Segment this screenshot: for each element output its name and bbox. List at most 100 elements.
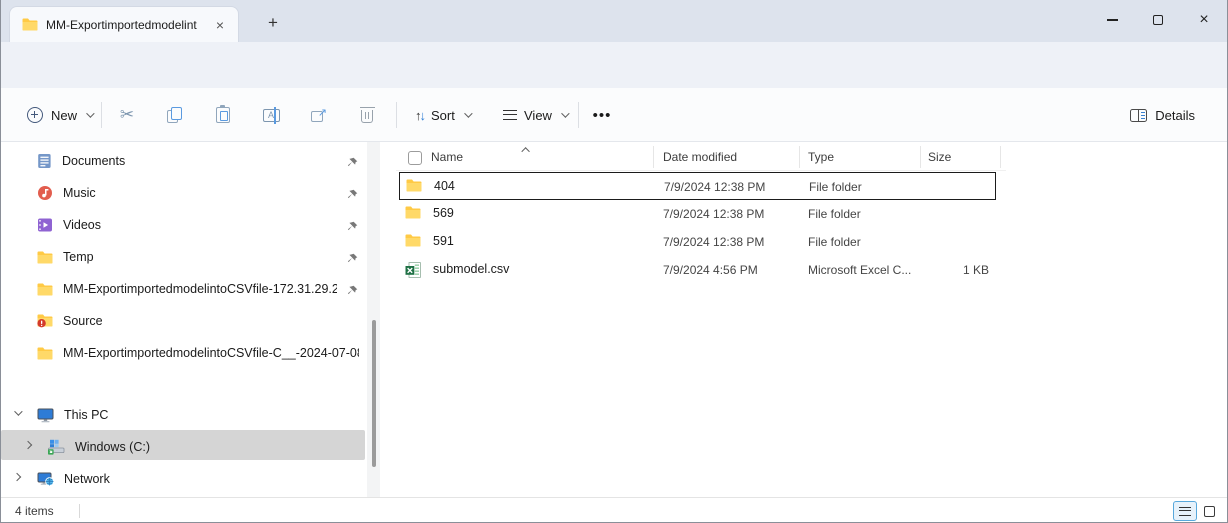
folder-icon [37,283,53,296]
sidebar-item-label: Music [63,186,96,200]
file-name: 404 [434,179,455,193]
sidebar-item-mm-export-172[interactable]: MM-ExportimportedmodelintoCSVfile-172.31… [37,274,337,304]
file-date: 7/9/2024 12:38 PM [663,207,764,221]
paste-button[interactable] [203,97,243,133]
file-type: File folder [808,207,861,221]
cut-icon: ✂ [120,105,134,125]
details-pane-icon [1130,109,1147,122]
column-header-row: Name Date modified Type Size [396,146,1006,170]
file-date: 7/9/2024 12:38 PM [663,235,764,249]
pin-icon [347,283,358,301]
file-type: File folder [808,235,861,249]
rename-button[interactable]: A [251,97,291,133]
expander-chevron-icon[interactable] [13,473,21,481]
sidebar-item-label: Videos [63,218,101,232]
column-header-size[interactable]: Size [928,150,951,164]
file-type: Microsoft Excel C... [808,263,911,277]
view-button-label: View [524,108,552,123]
column-header-type[interactable]: Type [808,150,834,164]
icons-view-button[interactable] [1197,501,1221,521]
explorer-tab[interactable]: MM-Exportimportedmodelint × [9,6,239,42]
file-name: 569 [433,206,454,220]
new-button[interactable]: New [17,97,102,133]
sidebar-item-network[interactable]: Network [37,464,110,494]
sidebar-item-mm-export-0708[interactable]: MM-ExportimportedmodelintoCSVfile-C__-20… [37,338,359,368]
select-all-checkbox[interactable] [408,151,422,165]
expander-chevron-icon[interactable] [14,407,22,415]
content-area: Documents Music Videos Temp MM-Exportimp… [1,142,1227,497]
folder-icon [37,251,53,264]
folder-icon [406,179,422,192]
sidebar-item-documents[interactable]: Documents [37,146,125,176]
sidebar-item-source[interactable]: Source [37,306,103,336]
pin-icon [347,155,358,173]
new-button-label: New [51,108,77,123]
new-tab-button[interactable]: + [259,10,287,36]
more-ellipsis-icon: ••• [593,107,612,124]
file-date: 7/9/2024 4:56 PM [663,263,758,277]
share-icon [311,108,327,122]
address-bar-row: ← → ↑ … Windows (C:) Temp MM-Exportimpor… [1,42,1227,88]
tab-bar: MM-Exportimportedmodelint × + × [1,0,1227,42]
file-row-404[interactable]: 404 7/9/2024 12:38 PM File folder [399,172,996,200]
sidebar-item-label: Source [63,314,103,328]
copy-button[interactable] [155,97,195,133]
close-button[interactable]: × [1181,0,1227,40]
sort-ascending-icon [521,147,529,155]
maximize-icon [1153,15,1163,25]
sidebar-item-this-pc[interactable]: This PC [37,400,108,430]
column-header-name[interactable]: Name [431,150,463,164]
this-pc-monitor-icon [37,407,54,423]
column-separator[interactable] [1000,146,1001,168]
folder-icon [22,18,38,31]
column-separator[interactable] [799,146,800,168]
view-button[interactable]: View [493,97,577,133]
status-bar: 4 items [1,497,1227,523]
items-count: 4 items [15,504,54,518]
pin-icon [347,219,358,237]
minimize-icon [1107,19,1118,20]
file-date: 7/9/2024 12:38 PM [664,180,765,194]
file-list-pane: Name Date modified Type Size 404 7/9/202… [396,142,1228,497]
sort-button[interactable]: ↑↓ Sort [405,97,480,133]
sidebar-item-label: Network [64,472,110,486]
file-type: File folder [809,180,862,194]
file-row-591[interactable]: 591 7/9/2024 12:38 PM File folder [399,228,996,256]
cut-button[interactable]: ✂ [107,97,147,133]
column-separator[interactable] [920,146,921,168]
tab-close-icon[interactable]: × [210,15,230,35]
details-view-icon [1179,507,1191,516]
plus-circle-icon [27,107,43,123]
details-view-button[interactable] [1173,501,1197,521]
file-row-569[interactable]: 569 7/9/2024 12:38 PM File folder [399,200,996,228]
maximize-button[interactable] [1135,0,1181,40]
delete-button[interactable] [347,97,387,133]
file-name: 591 [433,234,454,248]
status-divider [79,504,80,518]
sort-button-label: Sort [431,108,455,123]
sidebar-item-windows-c[interactable]: Windows (C:) [47,432,150,462]
file-row-submodel-csv[interactable]: submodel.csv 7/9/2024 4:56 PM Microsoft … [399,256,996,284]
view-list-icon [503,110,517,120]
pin-icon [347,251,358,269]
music-icon [37,185,53,201]
sidebar-item-label: Temp [63,250,94,264]
sidebar-item-temp[interactable]: Temp [37,242,94,272]
sidebar-item-music[interactable]: Music [37,178,96,208]
see-more-button[interactable]: ••• [585,97,619,133]
sidebar-item-videos[interactable]: Videos [37,210,101,240]
folder-error-icon [37,314,53,328]
pin-icon [347,187,358,205]
chevron-down-icon [86,109,94,117]
minimize-button[interactable] [1089,0,1135,40]
explorer-window: MM-Exportimportedmodelint × + × ← → ↑ … … [0,0,1228,523]
column-separator[interactable] [653,146,654,168]
column-header-date[interactable]: Date modified [663,150,737,164]
command-bar: New ✂ A ↑↓ Sort View ••• Details [1,88,1227,142]
header-divider [396,170,1006,171]
excel-csv-icon [405,262,421,278]
sidebar-scrollbar-thumb[interactable] [372,320,376,467]
details-pane-button[interactable]: Details [1124,97,1201,133]
file-size: 1 KB [899,263,989,277]
share-button[interactable] [299,97,339,133]
